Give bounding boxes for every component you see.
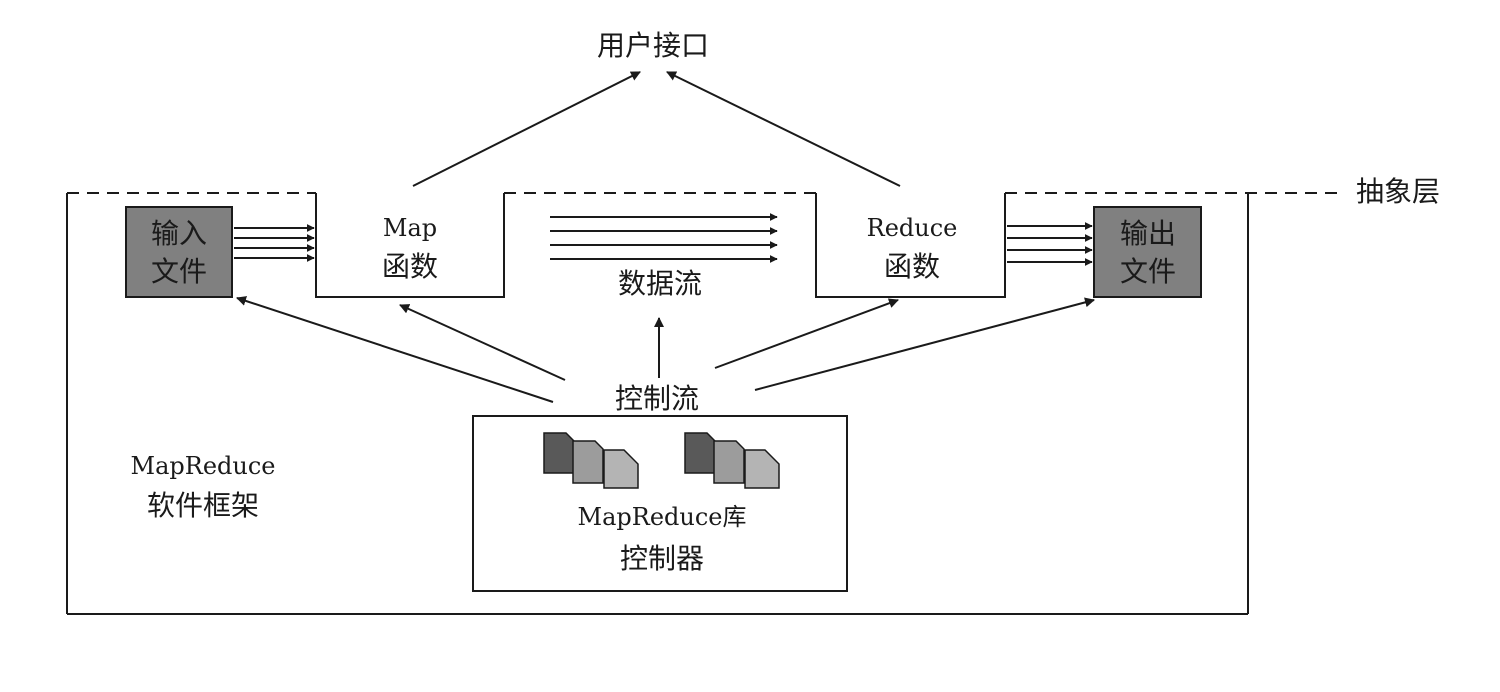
user-interface-label: 用户接口	[597, 29, 709, 62]
map-label-line1: Map	[383, 214, 437, 242]
reduce-label-line1: Reduce	[867, 214, 958, 242]
mapreduce-architecture-diagram: 用户接口 抽象层 输入 文件 输出 文件 Map 函数 Reduce 函数 数据…	[66, 29, 1440, 615]
control-to-input-arrow	[236, 296, 554, 403]
abstraction-layer-label: 抽象层	[1356, 175, 1440, 208]
input-to-map-arrows	[234, 224, 315, 262]
user-interface-arrows	[412, 71, 901, 187]
input-file-label-line2: 文件	[151, 255, 207, 288]
map-label-line2: 函数	[382, 250, 438, 283]
output-file-label-line1: 输出	[1120, 217, 1176, 250]
map-to-interface-arrow	[412, 71, 641, 187]
reduce-to-interface-arrow	[666, 71, 901, 187]
document-stack-icon	[543, 432, 639, 489]
control-to-output-arrow	[754, 297, 1095, 391]
data-flow-arrows	[550, 213, 778, 263]
data-flow-label: 数据流	[618, 267, 702, 300]
output-file-label-line2: 文件	[1120, 255, 1176, 288]
framework-label-line2: 软件框架	[147, 489, 259, 522]
control-to-reduce-arrow	[714, 298, 899, 369]
document-stack-icon	[684, 432, 780, 489]
reduce-label-line2: 函数	[884, 250, 940, 283]
control-to-map-arrow	[399, 304, 566, 381]
framework-label-line1: MapReduce	[131, 452, 276, 480]
library-label-line2: 控制器	[620, 542, 704, 575]
control-flow-label: 控制流	[615, 382, 699, 415]
reduce-to-output-arrows	[1007, 222, 1093, 266]
input-file-label-line1: 输入	[151, 217, 207, 250]
library-label-line1: MapReduce库	[578, 503, 747, 531]
